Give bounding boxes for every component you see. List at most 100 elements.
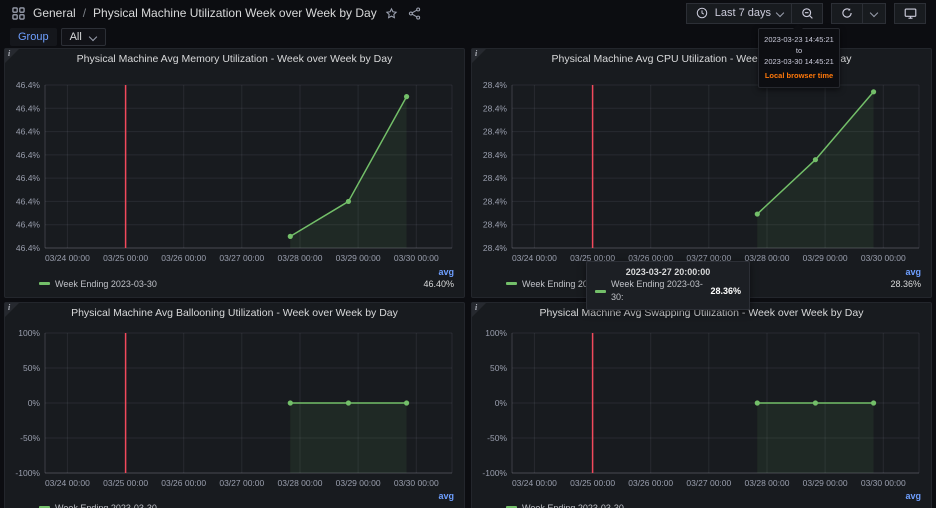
svg-text:03/26 00:00: 03/26 00:00 [161, 478, 206, 488]
panel-title[interactable]: Physical Machine Avg Ballooning Utilizat… [5, 303, 464, 323]
svg-text:46.4%: 46.4% [16, 243, 41, 253]
svg-text:28.4%: 28.4% [483, 173, 508, 183]
legend-avg-header[interactable]: avg [905, 267, 921, 277]
clock-icon [694, 5, 710, 21]
svg-text:46.4%: 46.4% [16, 103, 41, 113]
svg-text:-100%: -100% [482, 468, 507, 478]
kiosk-mode-button[interactable] [894, 2, 926, 24]
svg-text:28.4%: 28.4% [483, 150, 508, 160]
chart-hover-tooltip: 2023-03-27 20:00:00 Week Ending 2023-03-… [586, 261, 750, 310]
svg-text:0%: 0% [28, 398, 41, 408]
svg-text:03/30 00:00: 03/30 00:00 [394, 253, 439, 263]
svg-text:03/27 00:00: 03/27 00:00 [219, 478, 264, 488]
time-range-picker[interactable]: Last 7 days [685, 2, 792, 24]
share-icon[interactable] [407, 5, 423, 21]
swapping-utilization-chart[interactable]: 100% 50% 0% -50% -100% 03/24 00:00 03/25 00:00… [472, 323, 931, 489]
svg-text:50%: 50% [490, 363, 507, 373]
svg-text:03/30 00:00: 03/30 00:00 [861, 253, 906, 263]
chart-svg: 100% 50% 0% -50% -100% 03/24 00:00 03/25 00:00… [482, 328, 920, 488]
legend-row: Week Ending 2023-03-30 [506, 501, 921, 508]
zoom-out-time-button[interactable] [791, 2, 823, 24]
svg-text:28.4%: 28.4% [483, 220, 508, 230]
info-icon: i [8, 303, 11, 312]
tooltip-timezone-note: Local browser time [764, 71, 834, 80]
svg-text:03/26 00:00: 03/26 00:00 [161, 253, 206, 263]
panel-legend: avg Week Ending 2023-03-30 [472, 489, 931, 508]
chart-svg: 28.4% 28.4% 28.4% 28.4% 28.4% 28.4% 28.4% 28.4%… [483, 80, 920, 263]
memory-utilization-chart[interactable]: 46.4% 46.4% 46.4% 46.4% 46.4% 46.4% 46.4% 46.4%… [5, 69, 464, 265]
svg-text:50%: 50% [23, 363, 40, 373]
svg-text:03/28 00:00: 03/28 00:00 [745, 478, 790, 488]
panel-title[interactable]: Physical Machine Avg CPU Utilization - W… [472, 49, 931, 69]
svg-text:46.4%: 46.4% [16, 80, 41, 90]
tooltip-series-value: 28.36% [710, 285, 741, 296]
svg-text:28.4%: 28.4% [483, 80, 508, 90]
panel-ballooning-utilization: i Physical Machine Avg Ballooning Utiliz… [4, 302, 465, 508]
time-range-tooltip: 2023-03-23 14:45:21 to 2023-03-30 14:45:… [758, 24, 840, 88]
series-color-swatch[interactable] [39, 282, 50, 285]
svg-text:28.4%: 28.4% [483, 127, 508, 137]
panel-swapping-utilization: i Physical Machine Avg Swapping Utilizat… [471, 302, 932, 508]
panel-legend: avg Week Ending 2023-03-30 46.40% [5, 265, 464, 292]
tooltip-to-time: 2023-03-30 14:45:21 [764, 57, 834, 66]
legend-series-label[interactable]: Week Ending 2023-03-30 [522, 503, 624, 508]
panel-title[interactable]: Physical Machine Avg Memory Utilization … [5, 49, 464, 69]
legend-avg-header[interactable]: avg [905, 491, 921, 501]
variable-group-dropdown[interactable]: All [60, 28, 106, 46]
svg-text:03/24 00:00: 03/24 00:00 [512, 478, 557, 488]
panel-legend: avg Week Ending 2023-03-30 [5, 489, 464, 508]
legend-avg-value: 46.40% [423, 278, 454, 289]
grafana-dashboard: General / Physical Machine Utilization W… [0, 0, 936, 508]
info-icon: i [475, 49, 478, 58]
monitor-icon [902, 5, 918, 21]
svg-text:03/28 00:00: 03/28 00:00 [278, 253, 323, 263]
svg-text:03/26 00:00: 03/26 00:00 [628, 478, 673, 488]
tooltip-arrow [793, 24, 803, 29]
svg-text:03/29 00:00: 03/29 00:00 [336, 478, 381, 488]
svg-text:0%: 0% [495, 398, 508, 408]
svg-text:03/30 00:00: 03/30 00:00 [861, 478, 906, 488]
svg-text:03/24 00:00: 03/24 00:00 [512, 253, 557, 263]
legend-series-label[interactable]: Week Ending 2023-03-30 [55, 503, 157, 508]
svg-text:03/30 00:00: 03/30 00:00 [394, 478, 439, 488]
variable-group-label: Group [10, 28, 57, 46]
svg-text:03/29 00:00: 03/29 00:00 [803, 253, 848, 263]
info-icon: i [475, 303, 478, 312]
tooltip-from-time: 2023-03-23 14:45:21 [764, 35, 834, 44]
time-range-label: Last 7 days [714, 7, 771, 19]
svg-text:03/25 00:00: 03/25 00:00 [103, 478, 148, 488]
tooltip-to-word: to [795, 46, 803, 55]
variable-group-value: All [69, 31, 82, 43]
tooltip-timestamp: 2023-03-27 20:00:00 [625, 267, 711, 277]
breadcrumb-folder[interactable]: General [33, 6, 76, 20]
breadcrumb-separator: / [82, 6, 87, 20]
cpu-utilization-chart[interactable]: 28.4% 28.4% 28.4% 28.4% 28.4% 28.4% 28.4% 28.4%… [472, 69, 931, 265]
svg-text:46.4%: 46.4% [16, 127, 41, 137]
star-icon[interactable] [384, 5, 400, 21]
chevron-down-icon [870, 9, 878, 17]
info-icon: i [8, 49, 11, 58]
legend-series-label[interactable]: Week Ending 2023-03-30 [55, 279, 157, 289]
panel-memory-utilization: i Physical Machine Avg Memory Utilizatio… [4, 48, 465, 298]
legend-row: Week Ending 2023-03-30 [39, 501, 454, 508]
svg-text:03/25 00:00: 03/25 00:00 [570, 478, 615, 488]
svg-text:-100%: -100% [15, 468, 40, 478]
svg-text:100%: 100% [18, 328, 40, 338]
svg-text:46.4%: 46.4% [16, 150, 41, 160]
zoom-out-icon [799, 5, 815, 21]
tooltip-series-label: Week Ending 2023-03-30: [611, 279, 703, 302]
ballooning-utilization-chart[interactable]: 100% 50% 0% -50% -100% 03/24 00:00 03/25 00:00… [5, 323, 464, 489]
legend-avg-header[interactable]: avg [438, 491, 454, 501]
apps-grid-icon[interactable] [10, 5, 26, 21]
svg-text:03/29 00:00: 03/29 00:00 [336, 253, 381, 263]
svg-text:03/27 00:00: 03/27 00:00 [219, 253, 264, 263]
series-color-swatch[interactable] [506, 282, 517, 285]
svg-text:03/25 00:00: 03/25 00:00 [103, 253, 148, 263]
refresh-button[interactable] [831, 2, 863, 24]
refresh-interval-dropdown[interactable] [862, 2, 886, 24]
svg-text:03/28 00:00: 03/28 00:00 [278, 478, 323, 488]
svg-text:03/27 00:00: 03/27 00:00 [686, 478, 731, 488]
svg-text:-50%: -50% [487, 433, 507, 443]
legend-avg-header[interactable]: avg [438, 267, 454, 277]
svg-text:03/24 00:00: 03/24 00:00 [45, 253, 90, 263]
